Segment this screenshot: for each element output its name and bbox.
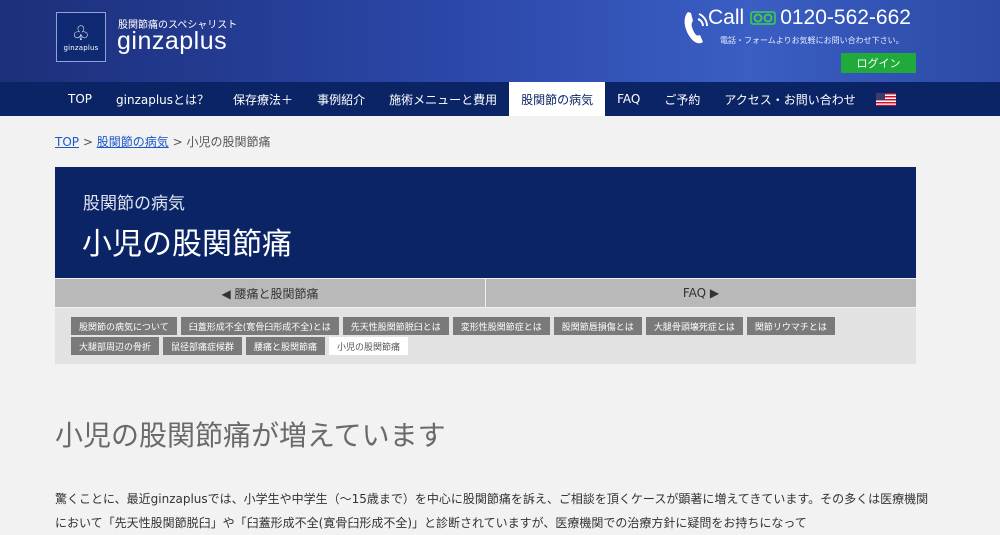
next-page-button[interactable]: FAQ ▶ xyxy=(485,279,916,307)
call-label: Call xyxy=(708,6,745,29)
breadcrumb-separator: > xyxy=(172,135,183,149)
logo[interactable]: ♧ ginzaplus xyxy=(56,12,106,62)
nav-item-menu-fees[interactable]: 施術メニューと費用 xyxy=(377,82,509,116)
main-nav: TOP ginzaplusとは？ 保存療法＋ 事例紹介 施術メニューと費用 股関… xyxy=(0,82,1000,116)
page-pager: ◀ 腰痛と股関節痛 FAQ ▶ xyxy=(55,279,916,307)
nav-item-faq[interactable]: FAQ xyxy=(605,82,652,116)
phone-icon xyxy=(684,12,708,44)
site-header: ♧ ginzaplus 股関節痛のスペシャリスト ginzaplus Call … xyxy=(0,0,1000,82)
breadcrumb-current: 小児の股関節痛 xyxy=(186,135,271,149)
nav-item-conservative-therapy[interactable]: 保存療法＋ xyxy=(221,82,305,116)
topic-tag[interactable]: 腰痛と股関節痛 xyxy=(246,337,326,355)
page-category: 股関節の病気 xyxy=(83,194,185,214)
logo-mark-icon: ♧ xyxy=(72,20,90,45)
breadcrumb-separator: > xyxy=(82,135,93,149)
topic-tag-current[interactable]: 小児の股関節痛 xyxy=(329,337,409,355)
nav-item-top[interactable]: TOP xyxy=(56,82,104,116)
topic-tag[interactable]: 股関節唇損傷とは xyxy=(553,317,642,335)
topic-tag[interactable]: 鼠径部痛症候群 xyxy=(163,337,243,355)
topic-tag[interactable]: 大腿部周辺の骨折 xyxy=(71,337,160,355)
topic-tag[interactable]: 大腿骨頭壊死症とは xyxy=(645,317,743,335)
phone-note: 電話・フォームよりお気軽にお問い合わせ下さい。 xyxy=(720,36,904,45)
related-topics: 股関節の病気について 臼蓋形成不全(寛骨臼形成不全)とは 先天性股関節脱臼とは … xyxy=(55,308,916,364)
login-button[interactable]: ログイン xyxy=(841,53,916,73)
page-title: 小児の股関節痛 xyxy=(82,227,292,262)
us-flag-icon[interactable] xyxy=(875,92,896,106)
nav-item-reservation[interactable]: ご予約 xyxy=(652,82,712,116)
topic-tag[interactable]: 変形性股関節症とは xyxy=(452,317,550,335)
nav-item-cases[interactable]: 事例紹介 xyxy=(305,82,377,116)
logo-text: ginzaplus xyxy=(63,43,99,52)
nav-item-hip-diseases[interactable]: 股関節の病気 xyxy=(509,82,606,116)
nav-item-access-contact[interactable]: アクセス・お問い合わせ xyxy=(712,82,867,116)
site-brand[interactable]: ginzaplus xyxy=(117,27,227,56)
topic-tag[interactable]: 先天性股関節脱臼とは xyxy=(342,317,449,335)
phone-number[interactable]: 0120-562-662 xyxy=(780,6,911,29)
content-heading: 小児の股関節痛が増えています xyxy=(55,419,446,452)
breadcrumb-parent-link[interactable]: 股関節の病気 xyxy=(97,135,169,149)
page-title-panel: 股関節の病気 小児の股関節痛 xyxy=(55,167,916,278)
content-paragraph: 驚くことに、最近ginzaplusでは、小学生や中学生（〜15歳まで）を中心に股… xyxy=(55,492,929,530)
nav-item-about[interactable]: ginzaplusとは？ xyxy=(104,82,221,116)
topic-tag[interactable]: 股関節の病気について xyxy=(71,317,177,335)
prev-page-button[interactable]: ◀ 腰痛と股関節痛 xyxy=(55,279,485,307)
freedial-icon xyxy=(750,11,776,26)
topic-tag[interactable]: 関節リウマチとは xyxy=(746,317,835,335)
breadcrumb-top-link[interactable]: TOP xyxy=(55,135,79,149)
topic-tag[interactable]: 臼蓋形成不全(寛骨臼形成不全)とは xyxy=(180,317,339,335)
breadcrumb: TOP > 股関節の病気 > 小児の股関節痛 xyxy=(55,133,270,150)
